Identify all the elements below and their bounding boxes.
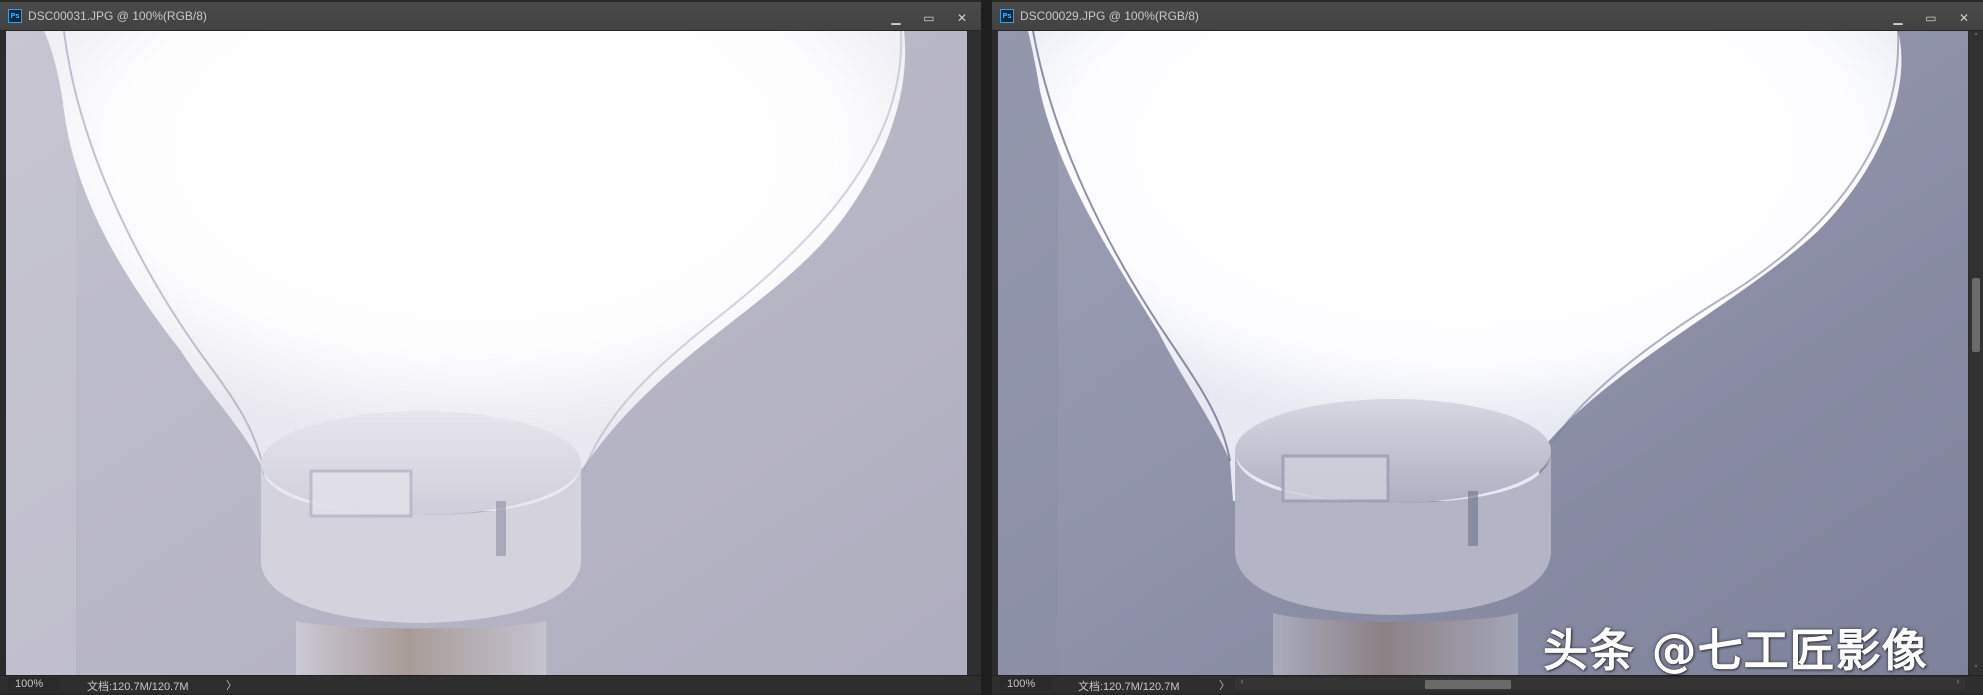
titlebar-right[interactable]: Ps DSC00029.JPG @ 100%(RGB/8) ▁ ▭ ✕ xyxy=(992,2,1983,31)
horizontal-scroll-thumb[interactable] xyxy=(1425,680,1511,689)
scroll-up-icon[interactable]: ˄ xyxy=(1969,33,1983,43)
titlebar-left[interactable]: Ps DSC00031.JPG @ 100%(RGB/8) ▁ ▭ ✕ xyxy=(0,2,981,31)
status-bar-left: 100% 文档:120.7M/120.7M 〉 xyxy=(0,675,981,693)
status-menu-arrow-icon[interactable]: 〉 xyxy=(226,677,237,693)
zoom-level-field[interactable]: 100% xyxy=(1000,677,1052,691)
watermark-text: 头条 @七工匠影像 xyxy=(1543,624,1928,677)
document-window-right: Ps DSC00029.JPG @ 100%(RGB/8) ▁ ▭ ✕ ˄ ˅ … xyxy=(992,2,1983,693)
image-canvas-right[interactable] xyxy=(998,31,1968,678)
bulb-photo-left xyxy=(6,31,972,676)
document-title: DSC00031.JPG @ 100%(RGB/8) xyxy=(28,9,207,23)
scroll-left-icon[interactable]: ‹ xyxy=(1235,676,1249,686)
horizontal-scrollbar[interactable]: ‹ › xyxy=(1235,676,1965,690)
zoom-level-field[interactable]: 100% xyxy=(8,677,60,691)
bulb-photo-right xyxy=(998,31,1968,678)
restore-button[interactable]: ▭ xyxy=(916,9,942,27)
photoshop-icon: Ps xyxy=(1000,9,1014,23)
minimize-button[interactable]: ▁ xyxy=(883,9,909,27)
scroll-down-icon[interactable]: ˅ xyxy=(1969,665,1983,675)
image-canvas-left[interactable] xyxy=(6,31,972,676)
status-menu-arrow-icon[interactable]: 〉 xyxy=(1219,677,1230,693)
restore-button[interactable]: ▭ xyxy=(1918,9,1944,27)
minimize-button[interactable]: ▁ xyxy=(1885,9,1911,27)
vertical-scroll-thumb[interactable] xyxy=(1972,278,1980,352)
document-window-left: Ps DSC00031.JPG @ 100%(RGB/8) ▁ ▭ ✕ 100%… xyxy=(0,2,981,693)
close-button[interactable]: ✕ xyxy=(949,9,975,27)
document-size-info: 文档:120.7M/120.7M xyxy=(1078,681,1180,693)
vertical-scrollbar-right[interactable]: ˄ ˅ xyxy=(1969,31,1983,677)
close-button[interactable]: ✕ xyxy=(1951,9,1977,27)
document-title: DSC00029.JPG @ 100%(RGB/8) xyxy=(1020,9,1199,23)
scroll-right-icon[interactable]: › xyxy=(1951,676,1965,686)
document-size-info: 文档:120.7M/120.7M xyxy=(87,681,189,693)
window-divider xyxy=(981,0,992,695)
vertical-scrollbar-left[interactable] xyxy=(967,31,981,677)
photoshop-icon: Ps xyxy=(8,9,22,23)
